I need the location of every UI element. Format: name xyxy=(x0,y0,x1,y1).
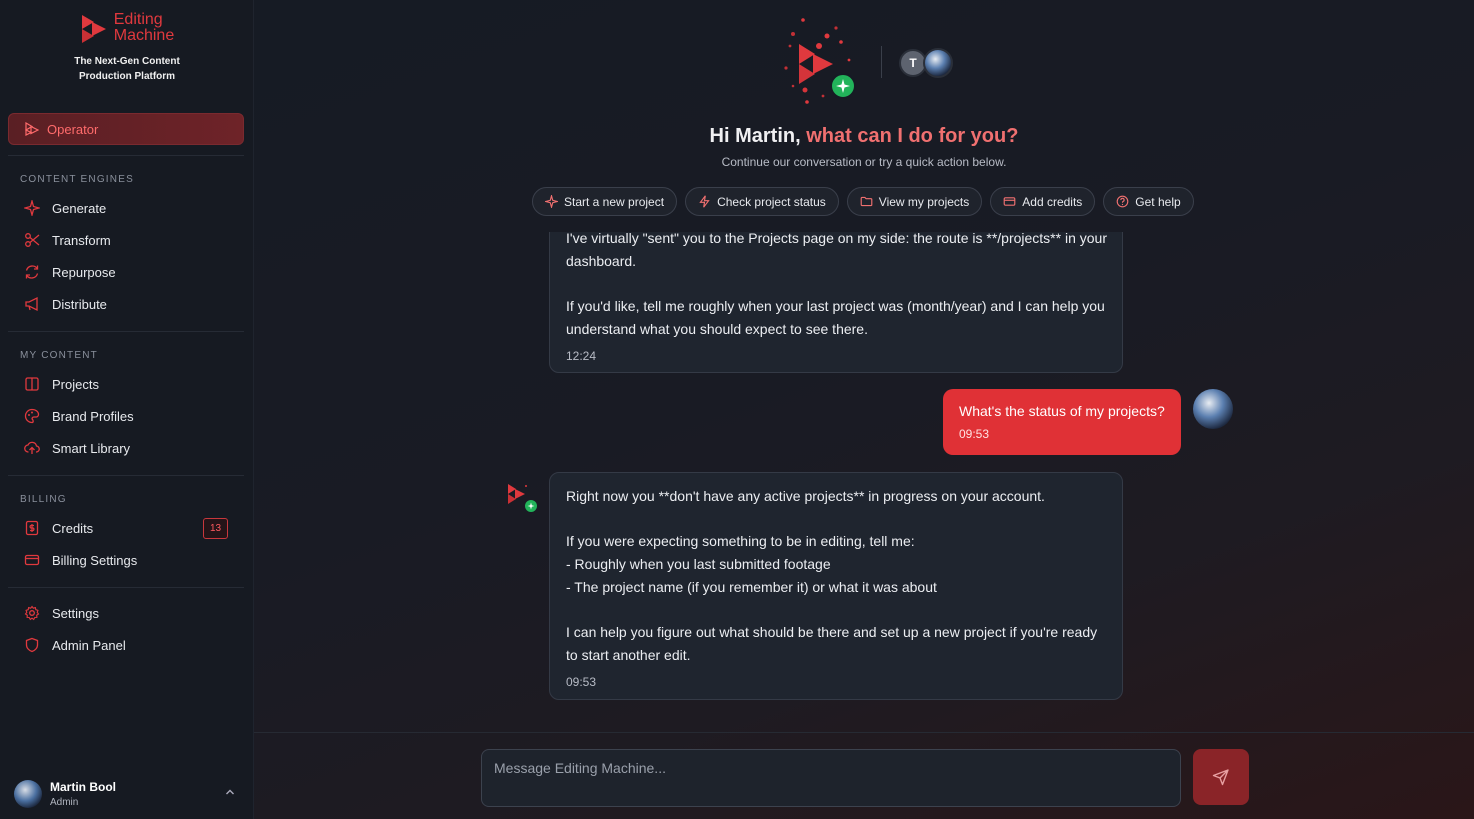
assistant-avatar-icon xyxy=(508,484,537,512)
sidebar-item-generate[interactable]: Generate xyxy=(24,196,106,220)
sidebar-item-operator[interactable]: Operator xyxy=(8,113,244,145)
message-timestamp: 12:24 xyxy=(566,348,597,363)
avatar xyxy=(1193,389,1233,429)
brand-logo-icon xyxy=(81,15,106,43)
sidebar-item-smart-library[interactable]: Smart Library xyxy=(24,436,130,460)
cloud-upload-icon xyxy=(24,441,40,454)
sidebar-item-transform[interactable]: Transform xyxy=(24,228,111,252)
user-role: Admin xyxy=(50,797,79,808)
user-message: What's the status of my projects? 09:53 xyxy=(943,389,1181,455)
divider xyxy=(8,155,244,156)
message-timestamp: 09:53 xyxy=(566,674,597,689)
start-new-project-button[interactable]: Start a new project xyxy=(532,187,678,216)
assistant-message: Right now you **don't have any active pr… xyxy=(549,472,1123,700)
sidebar-item-billing-settings[interactable]: Billing Settings xyxy=(24,548,137,572)
section-label-my-content: MY CONTENT xyxy=(20,350,98,361)
help-circle-icon xyxy=(1116,195,1129,208)
operator-icon xyxy=(25,122,39,136)
message-composer[interactable] xyxy=(481,749,1181,807)
divider xyxy=(8,331,244,332)
avatar xyxy=(923,48,953,78)
divider xyxy=(254,732,1474,733)
palette-icon xyxy=(24,408,40,424)
dollar-file-icon xyxy=(25,520,39,536)
divider xyxy=(8,475,244,476)
greeting-subtitle: Continue our conversation or try a quick… xyxy=(721,155,1007,169)
message-input[interactable] xyxy=(482,750,1180,786)
main-panel: T Hi Martin, what can I do for you? Cont… xyxy=(254,0,1474,819)
chevron-up-icon xyxy=(224,786,236,801)
quick-actions: Start a new project Check project status… xyxy=(532,187,1194,216)
avatar xyxy=(14,780,42,808)
view-my-projects-button[interactable]: View my projects xyxy=(846,187,983,216)
credits-badge: 13 xyxy=(203,518,228,539)
sparkle-icon xyxy=(545,195,558,208)
sidebar: Editing Machine The Next-Gen Content Pro… xyxy=(0,0,254,819)
sidebar-item-credits[interactable]: Credits xyxy=(24,516,93,540)
megaphone-icon xyxy=(25,296,38,312)
add-credits-button[interactable]: Add credits xyxy=(990,187,1096,216)
header-divider xyxy=(881,46,882,78)
section-label-billing: BILLING xyxy=(20,494,67,505)
columns-icon xyxy=(25,377,39,391)
check-project-status-button[interactable]: Check project status xyxy=(685,187,839,216)
scissors-icon xyxy=(25,233,40,247)
user-name: Martin Bool xyxy=(50,780,116,794)
gear-icon xyxy=(24,605,40,621)
user-menu[interactable]: Martin Bool Admin xyxy=(14,776,244,812)
sidebar-item-distribute[interactable]: Distribute xyxy=(24,292,107,316)
sidebar-item-repurpose[interactable]: Repurpose xyxy=(24,260,116,284)
message-timestamp: 09:53 xyxy=(959,427,990,441)
divider xyxy=(8,587,244,588)
folder-icon xyxy=(860,196,873,207)
get-help-button[interactable]: Get help xyxy=(1103,187,1194,216)
send-button[interactable] xyxy=(1193,749,1249,805)
sidebar-item-label: Operator xyxy=(47,121,99,137)
send-icon xyxy=(1212,769,1229,786)
brand: Editing Machine The Next-Gen Content Pro… xyxy=(0,12,254,84)
credit-card-icon xyxy=(1003,197,1016,206)
greeting: Hi Martin, what can I do for you? xyxy=(709,125,1019,147)
sidebar-item-settings[interactable]: Settings xyxy=(24,601,99,625)
sidebar-item-brand-profiles[interactable]: Brand Profiles xyxy=(24,404,134,428)
lightning-icon xyxy=(699,195,710,208)
section-label-content-engines: CONTENT ENGINES xyxy=(20,174,134,185)
shield-icon xyxy=(25,637,39,653)
sidebar-item-admin-panel[interactable]: Admin Panel xyxy=(24,633,126,657)
operator-logo-icon xyxy=(784,18,856,104)
chat-thread[interactable]: I've virtually "sent" you to the Project… xyxy=(254,232,1474,732)
assistant-message: I've virtually "sent" you to the Project… xyxy=(549,232,1123,373)
credit-card-icon xyxy=(24,554,40,566)
refresh-icon xyxy=(25,265,39,279)
sparkle-icon xyxy=(24,200,40,216)
brand-tagline: The Next-Gen Content Production Platform xyxy=(74,56,180,82)
brand-name: Editing Machine xyxy=(113,11,175,44)
sidebar-item-projects[interactable]: Projects xyxy=(24,372,99,396)
